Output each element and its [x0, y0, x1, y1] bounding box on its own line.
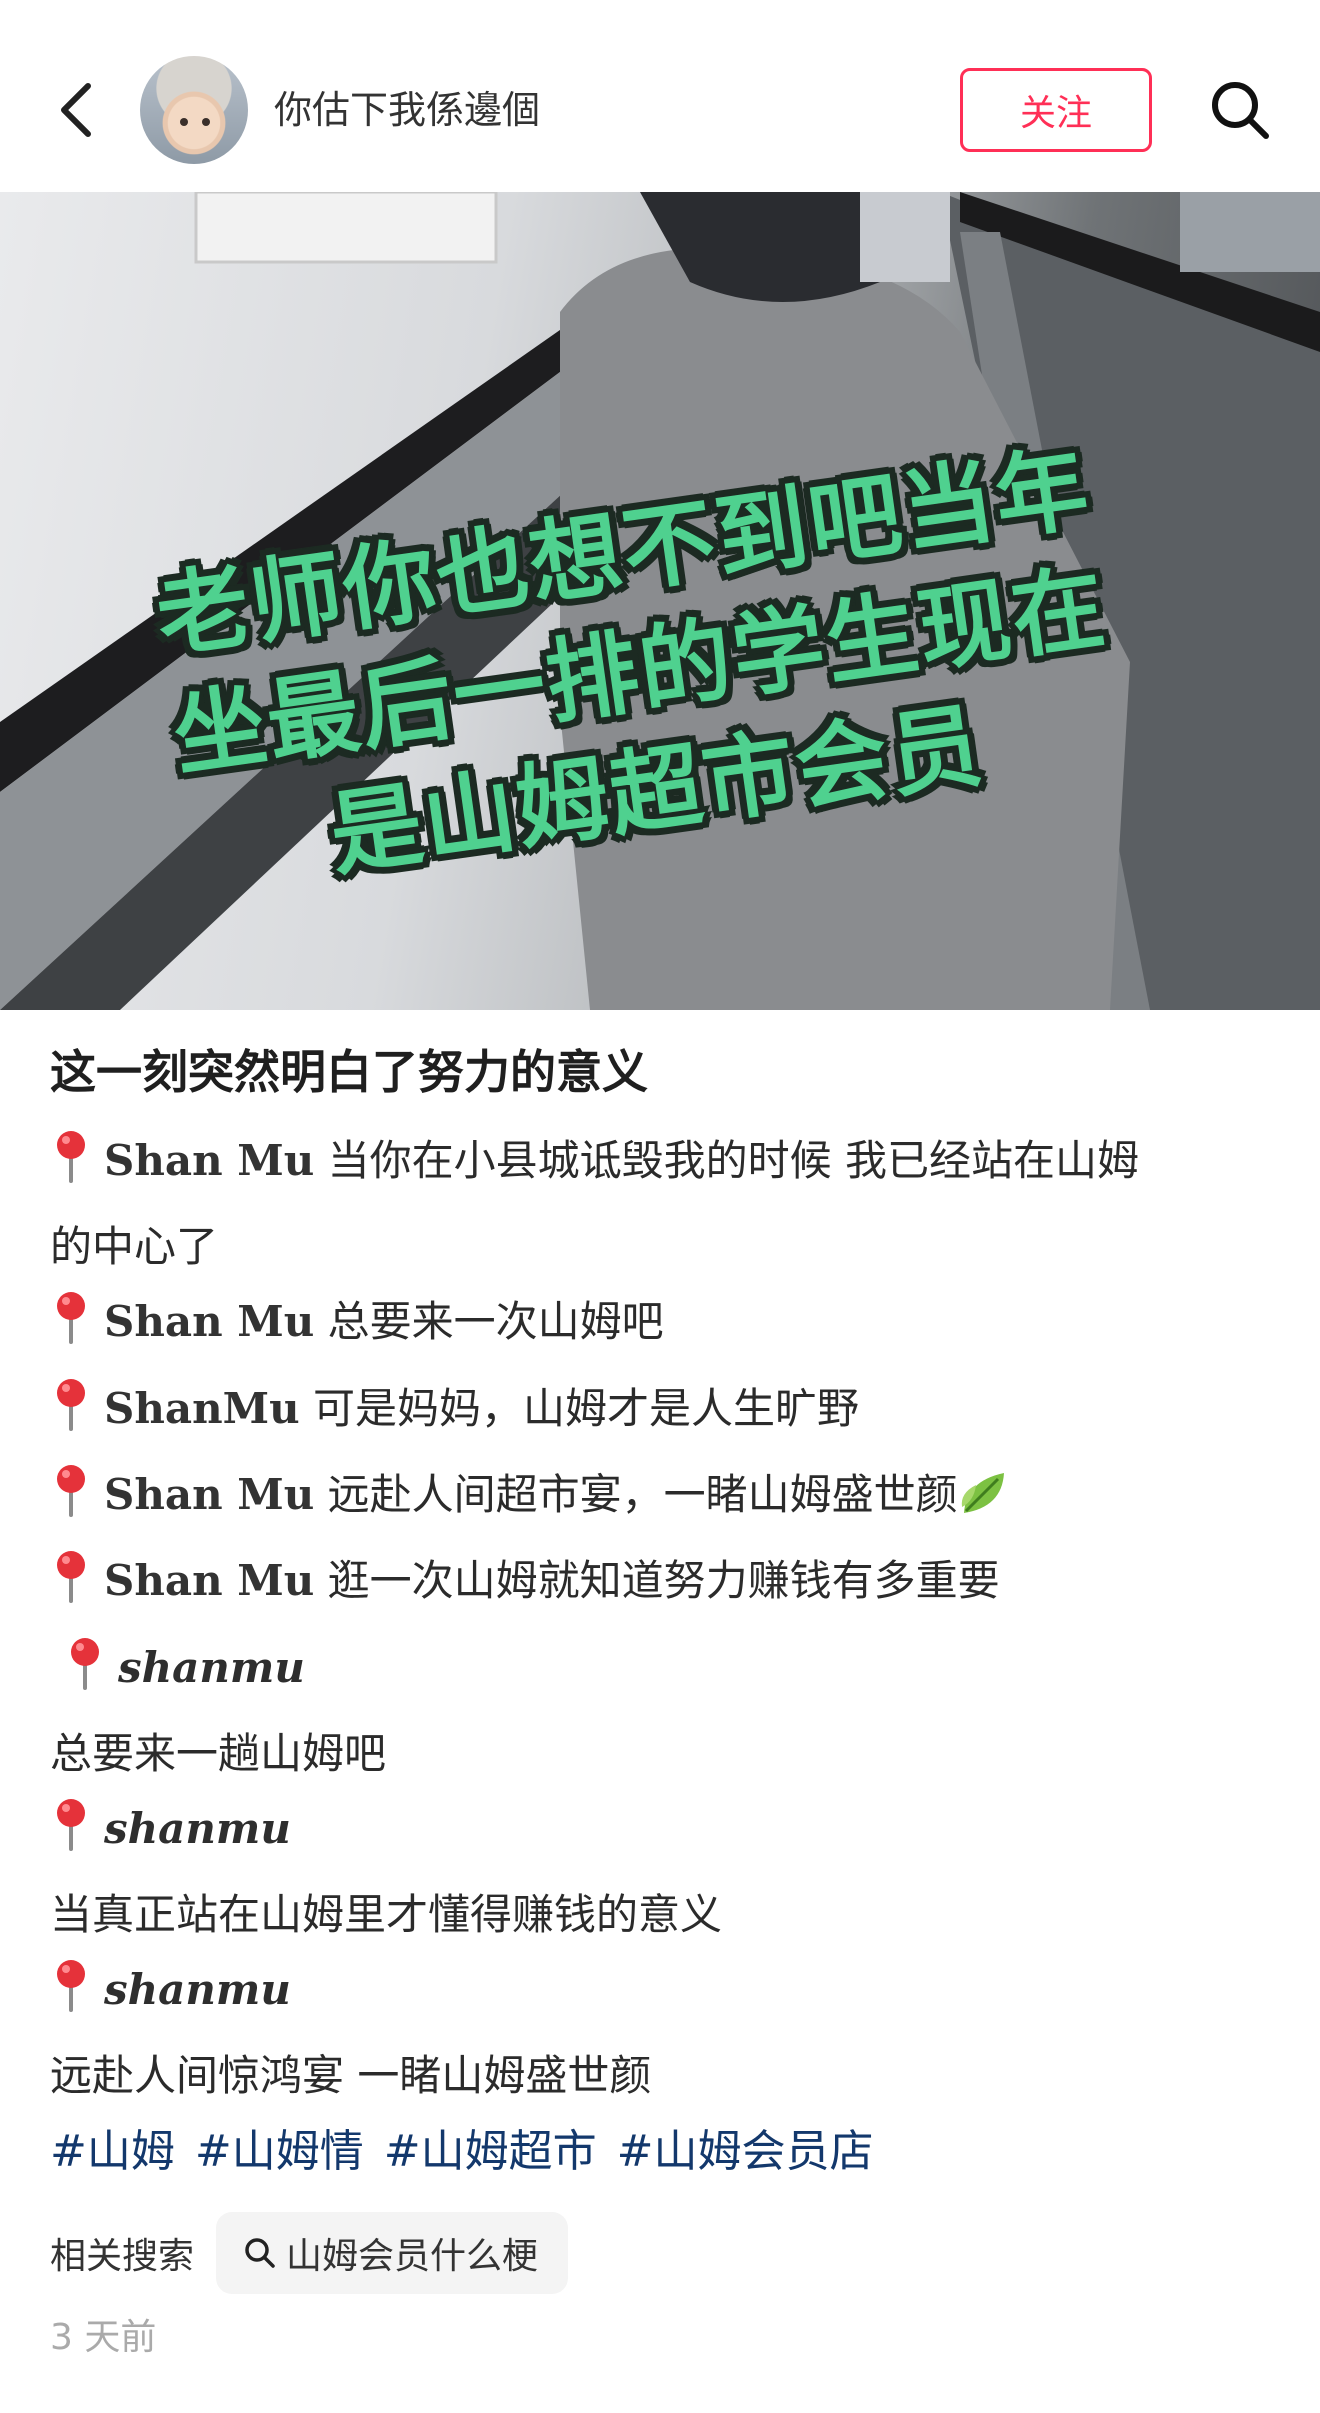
author-name[interactable]: 你估下我係邊個 [274, 84, 540, 136]
post-line: shanmu [64, 1636, 305, 1699]
post-line: 的中心了 [50, 1216, 218, 1278]
pushpin-icon [57, 1131, 85, 1183]
line-text: 远赴人间惊鸿宴 一睹山姆盛世颜 [50, 2051, 652, 2100]
pushpin-icon [57, 1465, 85, 1517]
hashtag-link[interactable]: #山姆 [50, 2120, 175, 2184]
avatar-eye [202, 118, 210, 126]
brand-text: Shan Mu [104, 1556, 315, 1605]
post-line: Shan Mu 总要来一次山姆吧 [50, 1290, 664, 1353]
leaf-icon [961, 1473, 1004, 1513]
brand-text: ShanMu [104, 1384, 300, 1433]
pushpin-icon [57, 1799, 85, 1851]
related-search-query: 山姆会员什么梗 [286, 2236, 539, 2277]
line-text: 当你在小县城诋毁我的时候 我已经站在山姆 [327, 1136, 1139, 1185]
brand-text: Shan Mu [104, 1470, 315, 1519]
pushpin-icon [57, 1960, 85, 2012]
follow-button[interactable]: 关注 [960, 68, 1152, 152]
chevron-left-icon [61, 83, 91, 137]
brand-text: shanmu [118, 1643, 305, 1692]
hashtag-link[interactable]: #山姆超市 [384, 2120, 597, 2184]
post-media-image[interactable]: 老师你也想不到吧当年 坐最后一排的学生现在 是山姆超市会员 [0, 192, 1320, 1010]
post-timestamp: 3 天前 [50, 2317, 157, 2358]
related-search: 相关搜索 山姆会员什么梗 [50, 2212, 569, 2294]
search-icon [245, 2238, 275, 2268]
related-search-label: 相关搜索 [50, 2236, 195, 2277]
post-line: 远赴人间惊鸿宴 一睹山姆盛世颜 [50, 2045, 651, 2107]
pushpin-icon [71, 1638, 99, 1690]
post-line: shanmu [50, 1797, 291, 1860]
hashtag-link[interactable]: #山姆会员店 [617, 2120, 874, 2184]
post-line: shanmu [50, 1958, 291, 2021]
back-button[interactable] [44, 66, 108, 154]
line-text: 远赴人间超市宴，一睹山姆盛世颜 [327, 1470, 958, 1519]
top-bar: 你估下我係邊個 关注 [0, 0, 1320, 192]
avatar-eye [180, 118, 188, 126]
post-line: Shan Mu 逛一次山姆就知道努力赚钱有多重要 [50, 1549, 1000, 1612]
hashtag-link[interactable]: #山姆情 [195, 2120, 364, 2184]
post-title: 这一刻突然明白了努力的意义 [50, 1045, 648, 1099]
search-icon [1212, 82, 1269, 139]
post-line: ShanMu 可是妈妈，山姆才是人生旷野 [50, 1377, 859, 1440]
post-line: 当真正站在山姆里才懂得赚钱的意义 [50, 1884, 722, 1946]
post-line: Shan Mu 当你在小县城诋毁我的时候 我已经站在山姆 [50, 1129, 1139, 1192]
brand-text: shanmu [104, 1965, 291, 2014]
line-text: 可是妈妈，山姆才是人生旷野 [313, 1384, 860, 1433]
post-line: Shan Mu 远赴人间超市宴，一睹山姆盛世颜 [50, 1463, 1010, 1526]
brand-text: shanmu [104, 1804, 291, 1853]
brand-text: Shan Mu [104, 1297, 315, 1346]
hashtag-list: #山姆 #山姆情 #山姆超市 #山姆会员店 [50, 2120, 874, 2184]
line-text: 总要来一趟山姆吧 [50, 1729, 387, 1778]
line-text: 逛一次山姆就知道努力赚钱有多重要 [327, 1556, 1000, 1605]
line-text: 的中心了 [50, 1222, 219, 1271]
search-button[interactable] [1204, 74, 1276, 146]
author-avatar[interactable] [140, 56, 248, 164]
pushpin-icon [57, 1551, 85, 1603]
pushpin-icon [57, 1292, 85, 1344]
line-text: 总要来一次山姆吧 [327, 1297, 664, 1346]
brand-text: Shan Mu [104, 1136, 315, 1185]
pushpin-icon [57, 1379, 85, 1431]
post-line: 总要来一趟山姆吧 [50, 1723, 386, 1785]
line-text: 当真正站在山姆里才懂得赚钱的意义 [50, 1890, 723, 1939]
related-search-chip[interactable]: 山姆会员什么梗 [216, 2212, 569, 2294]
